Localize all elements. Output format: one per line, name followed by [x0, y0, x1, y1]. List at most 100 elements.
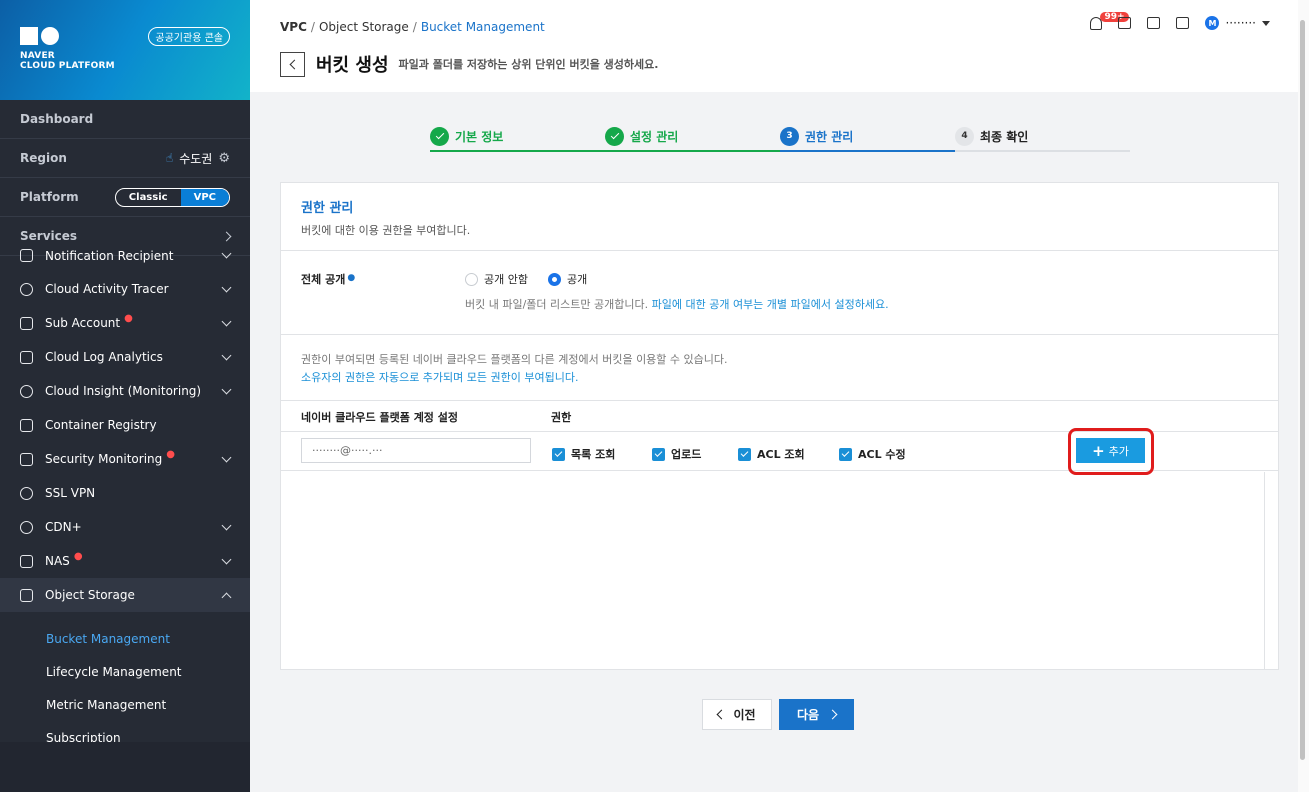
- services-label: Services: [20, 229, 78, 243]
- card-title: 권한 관리: [301, 201, 354, 216]
- radio-button[interactable]: [465, 272, 478, 286]
- menu-item-cloud-activity-tracer[interactable]: Cloud Activity Tracer: [0, 272, 250, 306]
- platform-vpc-option[interactable]: VPC: [180, 188, 229, 206]
- region-label: Region: [20, 151, 67, 165]
- check-icon: [605, 126, 624, 146]
- checkbox-checked[interactable]: [552, 447, 565, 461]
- naver-cloud-logo[interactable]: NAVER CLOUD PLATFORM: [20, 27, 115, 71]
- step-permissions: 3 권한 관리: [780, 122, 955, 152]
- public-access-radio-group: 공개 안함 공개: [465, 271, 587, 287]
- public-console-badge[interactable]: 공공기관용 콘솔: [148, 27, 230, 46]
- perm-label: 업로드: [671, 448, 702, 461]
- step-final-review: 4 최종 확인: [955, 122, 1130, 152]
- radio-private[interactable]: 공개 안함: [465, 271, 528, 287]
- radio-button-selected[interactable]: [547, 272, 561, 286]
- shield-icon: [20, 452, 33, 466]
- add-permission-button[interactable]: + 추가: [1076, 438, 1145, 463]
- platform-toggle[interactable]: Classic VPC: [114, 187, 230, 207]
- sidebar-footer: [0, 742, 250, 792]
- chevron-down-icon: [221, 520, 232, 530]
- scrollbar-thumb[interactable]: [1300, 20, 1305, 760]
- new-dot-icon: ●: [73, 550, 83, 562]
- menu-item-sub-account[interactable]: Sub Account ●: [0, 306, 250, 340]
- chat-icon[interactable]: [1118, 17, 1132, 29]
- step-settings: 설정 관리: [605, 122, 780, 152]
- card-subtitle: 버킷에 대한 이용 권한을 부여합니다.: [301, 224, 471, 237]
- checkbox-checked[interactable]: [738, 447, 751, 461]
- menu-item-security-monitoring[interactable]: Security Monitoring ●: [0, 442, 250, 476]
- chevron-down-icon: [221, 248, 232, 259]
- checkbox-checked[interactable]: [839, 447, 852, 461]
- chevron-left-icon: [289, 59, 299, 69]
- chevron-down-icon: [221, 452, 232, 462]
- chevron-down-icon: [221, 384, 232, 394]
- checkbox-checked[interactable]: [652, 447, 665, 461]
- wizard-navigation: 이전 다음: [702, 699, 854, 730]
- dashboard-link[interactable]: Dashboard: [0, 100, 250, 139]
- chevron-down-icon: [221, 316, 232, 326]
- menu-item-ssl-vpn[interactable]: SSL VPN: [0, 476, 250, 510]
- breadcrumb-bucket-management[interactable]: Bucket Management: [421, 20, 545, 34]
- book-icon[interactable]: [1176, 17, 1190, 29]
- chevron-down-icon: [221, 350, 232, 360]
- breadcrumb-vpc[interactable]: VPC: [280, 20, 307, 34]
- radio-label: 공개 안함: [484, 273, 528, 286]
- plus-icon: +: [1092, 441, 1105, 460]
- menu-item-nas[interactable]: NAS ●: [0, 544, 250, 578]
- menu-item-object-storage[interactable]: Object Storage: [0, 578, 250, 612]
- breadcrumb-object-storage[interactable]: Object Storage: [319, 20, 409, 34]
- logo-text-2: CLOUD PLATFORM: [20, 61, 115, 71]
- back-button[interactable]: [280, 51, 305, 77]
- menu-item-notification-recipient[interactable]: Notification Recipient: [0, 248, 250, 263]
- menu-item-container-registry[interactable]: Container Registry: [0, 408, 250, 442]
- permission-checkboxes: 목록 조회 업로드 ACL 조회 ACL 수정: [552, 446, 906, 462]
- chevron-up-icon: [221, 592, 232, 602]
- submenu-metric-management[interactable]: Metric Management: [0, 688, 250, 721]
- chevron-down-icon: [221, 282, 232, 292]
- chevron-down-icon: [221, 554, 232, 564]
- submenu-lifecycle-management[interactable]: Lifecycle Management: [0, 655, 250, 688]
- logo-text-1: NAVER: [20, 51, 55, 61]
- card-header: 권한 관리 버킷에 대한 이용 권한을 부여합니다.: [281, 183, 1278, 251]
- menu-label: Cloud Log Analytics: [45, 350, 163, 364]
- public-access-row: 전체 공개 ● 공개 안함 공개 버킷 내 파일/폴더 리스트만 공개합니다. 파…: [281, 251, 1278, 335]
- menu-item-cloud-log-analytics[interactable]: Cloud Log Analytics: [0, 340, 250, 374]
- perm-label: ACL 수정: [858, 448, 906, 461]
- nas-icon: [20, 554, 33, 568]
- region-row[interactable]: Region ☝ 수도권 ⚙: [0, 139, 250, 178]
- bell-icon[interactable]: 99+: [1090, 11, 1129, 30]
- account-input[interactable]: [301, 438, 531, 463]
- settings-gear-icon[interactable]: ⚙: [218, 151, 230, 166]
- prev-button[interactable]: 이전: [702, 699, 772, 730]
- add-button-label: 추가: [1108, 444, 1129, 458]
- perm-acl-read[interactable]: ACL 조회: [738, 446, 839, 462]
- menu-label: Object Storage: [45, 588, 135, 602]
- edit-note-icon[interactable]: [1147, 17, 1161, 29]
- radio-public[interactable]: 공개: [547, 271, 588, 287]
- chevron-right-icon: [827, 709, 838, 720]
- radio-label: 공개: [566, 273, 588, 286]
- page-header: VPC / Object Storage / Bucket Management 버킷 …: [250, 0, 1300, 92]
- menu-item-cdn[interactable]: CDN+: [0, 510, 250, 544]
- menu-label: NAS: [45, 554, 70, 568]
- user-menu[interactable]: M ········: [1205, 16, 1270, 30]
- perm-acl-write[interactable]: ACL 수정: [839, 446, 906, 462]
- step-label: 설정 관리: [630, 129, 679, 144]
- submenu-bucket-management[interactable]: Bucket Management: [0, 622, 250, 655]
- page-scrollbar[interactable]: [1298, 0, 1309, 792]
- required-dot-icon: ●: [347, 273, 356, 283]
- new-dot-icon: ●: [124, 312, 133, 324]
- info-line-2: 소유자의 권한은 자동으로 추가되며 모든 권한이 부여됩니다.: [301, 371, 579, 384]
- next-button[interactable]: 다음: [779, 699, 854, 730]
- public-access-label: 전체 공개 ●: [301, 273, 356, 286]
- perm-list-read[interactable]: 목록 조회: [552, 446, 652, 462]
- menu-label: Container Registry: [45, 418, 157, 432]
- menu-item-cloud-insight[interactable]: Cloud Insight (Monitoring): [0, 374, 250, 408]
- public-access-help: 버킷 내 파일/폴더 리스트만 공개합니다. 파일에 대한 공개 여부는 개별 …: [465, 298, 889, 311]
- perm-upload[interactable]: 업로드: [652, 446, 738, 462]
- user-card-icon: [20, 249, 33, 262]
- menu-label: Cloud Activity Tracer: [45, 282, 169, 296]
- platform-classic-option[interactable]: Classic: [116, 189, 181, 206]
- page-title-row: 버킷 생성 파일과 폴더를 저장하는 상위 단위인 버킷을 생성하세요.: [280, 51, 658, 77]
- dashboard-label: Dashboard: [20, 112, 94, 126]
